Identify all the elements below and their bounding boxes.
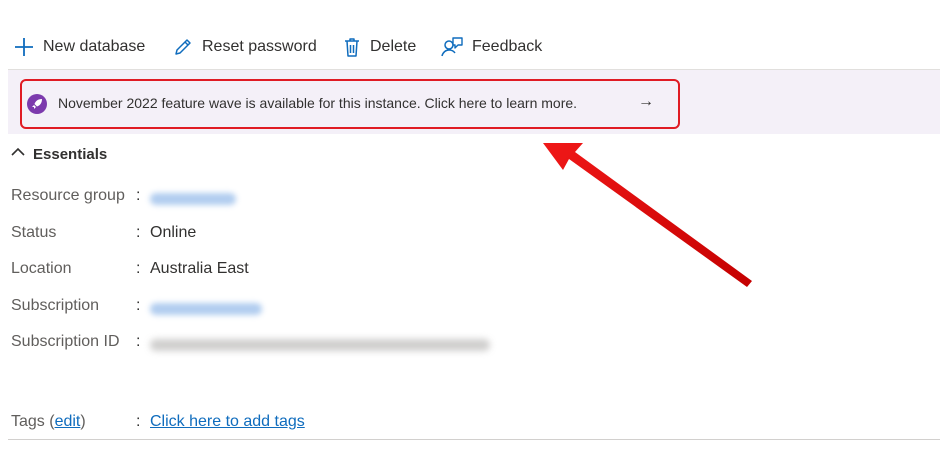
feedback-button[interactable]: Feedback [440, 32, 542, 62]
subscription-colon: : [136, 297, 141, 314]
essentials-toggle[interactable]: Essentials [10, 143, 107, 165]
subscription-value-redacted[interactable] [150, 303, 262, 315]
chevron-up-icon [10, 145, 26, 163]
new-database-button[interactable]: New database [13, 32, 145, 62]
pencil-icon [172, 36, 194, 58]
tags-colon: : [136, 413, 141, 430]
location-value: Australia East [150, 260, 249, 277]
subscription-id-label: Subscription ID [11, 333, 120, 350]
tags-label-suffix: ) [80, 413, 86, 430]
delete-button[interactable]: Delete [342, 32, 416, 62]
add-tags-link[interactable]: Click here to add tags [150, 413, 305, 431]
command-bar: New database Reset password Delete Feedb… [0, 28, 940, 66]
tags-label: Tags (edit) [11, 413, 86, 431]
status-colon: : [136, 224, 141, 241]
location-colon: : [136, 260, 141, 277]
essentials-title: Essentials [33, 145, 108, 163]
feedback-label: Feedback [472, 38, 543, 55]
annotation-arrow [543, 143, 752, 287]
trash-icon [342, 36, 362, 58]
delete-label: Delete [370, 38, 417, 55]
banner-arrow-icon[interactable]: → [638, 93, 654, 111]
reset-password-button[interactable]: Reset password [172, 32, 317, 62]
feature-wave-banner-text[interactable]: November 2022 feature wave is available … [58, 95, 577, 111]
subscription-id-value-redacted [150, 339, 490, 351]
plus-icon [13, 36, 35, 58]
new-database-label: New database [43, 38, 146, 55]
reset-password-label: Reset password [202, 38, 317, 55]
rocket-icon [27, 94, 47, 114]
status-label: Status [11, 224, 57, 241]
tags-edit-link[interactable]: edit [55, 413, 81, 430]
resource-group-value-redacted[interactable] [150, 193, 236, 205]
location-label: Location [11, 260, 72, 277]
feedback-icon [440, 36, 464, 58]
status-value: Online [150, 224, 197, 241]
resource-group-label: Resource group [11, 187, 125, 204]
subscription-id-colon: : [136, 333, 141, 350]
resource-group-colon: : [136, 187, 141, 204]
tags-label-prefix: Tags ( [11, 413, 55, 430]
essentials-bottom-divider [8, 439, 940, 440]
subscription-label: Subscription [11, 297, 100, 314]
